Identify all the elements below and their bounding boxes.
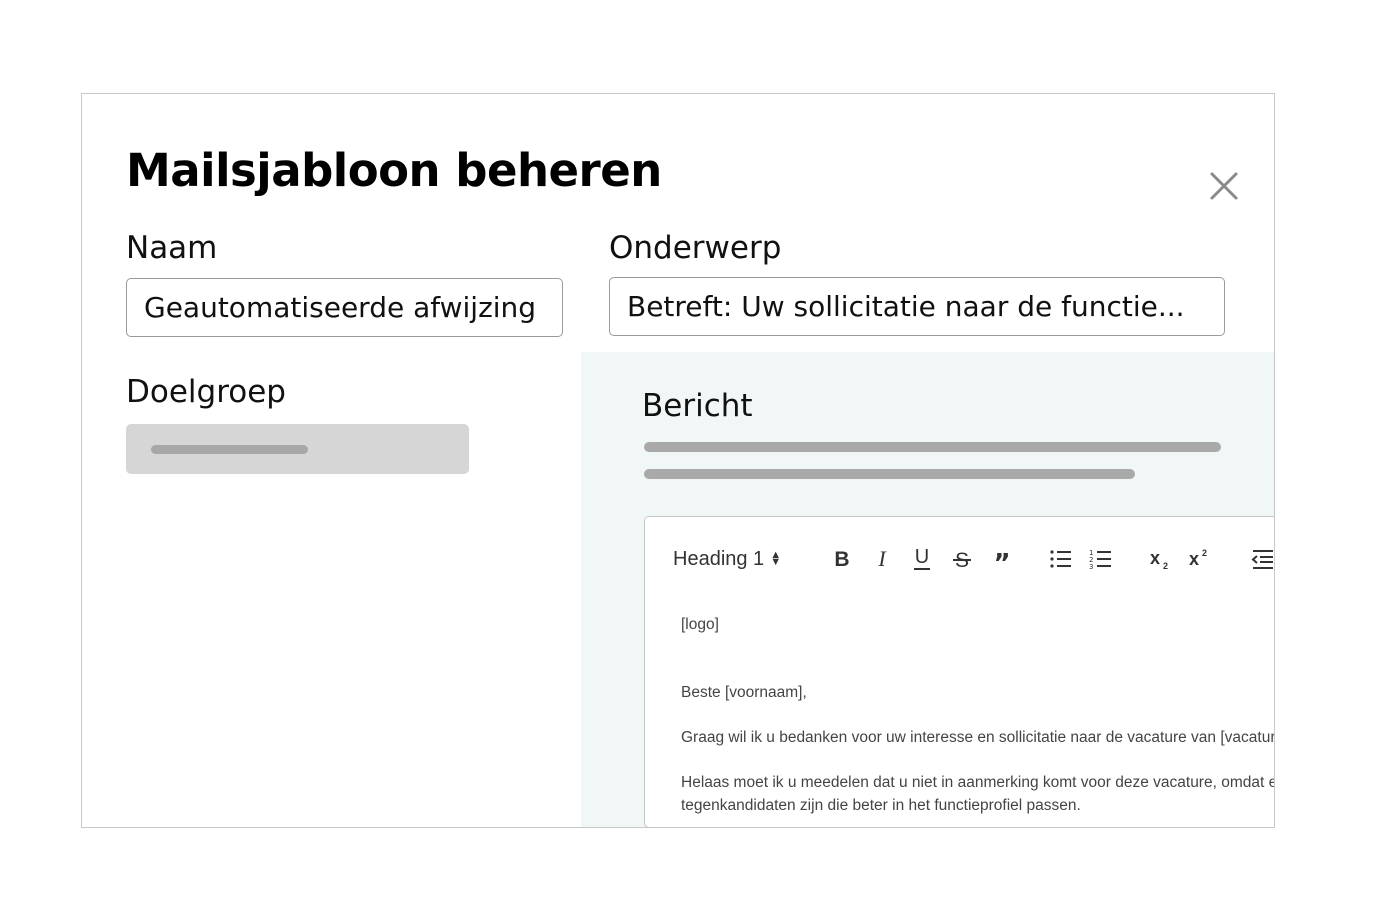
outdent-icon: [1251, 550, 1273, 569]
numbered-list-button[interactable]: 1 2 3: [1087, 543, 1115, 575]
italic-button[interactable]: I: [868, 543, 896, 575]
numbered-list-icon: 1 2 3: [1089, 549, 1111, 570]
subscript-icon: x 2: [1150, 548, 1168, 571]
doelgroep-select[interactable]: [126, 424, 469, 474]
blockquote-button[interactable]: ”: [988, 543, 1016, 575]
outdent-button[interactable]: [1249, 543, 1274, 575]
quote-icon: ”: [993, 549, 1010, 570]
strikethrough-icon: S: [953, 549, 971, 570]
close-button[interactable]: [1206, 168, 1242, 204]
underline-button[interactable]: U: [908, 543, 936, 575]
strikethrough-button[interactable]: S: [948, 543, 976, 575]
modal-title: Mailsjabloon beheren: [126, 144, 662, 197]
underline-icon: U: [914, 546, 930, 570]
svg-text:2: 2: [1163, 561, 1168, 571]
bullet-list-button[interactable]: [1047, 543, 1075, 575]
editor-toolbar: Heading 1 ▲ ▼ B I U S ” 1 2 3 x 2 x 2: [645, 517, 1274, 602]
subscript-button[interactable]: x 2: [1147, 543, 1175, 575]
svg-text:x: x: [1189, 549, 1199, 569]
bullet-list-icon: [1050, 550, 1071, 568]
naam-input[interactable]: [126, 278, 563, 337]
greeting-text: Beste [voornaam],: [681, 684, 807, 701]
svg-text:U: U: [915, 546, 929, 568]
doelgroep-select-placeholder: [151, 445, 308, 454]
heading-select[interactable]: Heading 1 ▲ ▼: [673, 543, 781, 575]
svg-text:3: 3: [1089, 563, 1093, 570]
logo-placeholder-text: [logo]: [681, 616, 719, 633]
heading-select-value: Heading 1: [673, 547, 765, 570]
naam-label: Naam: [126, 230, 218, 266]
onderwerp-input[interactable]: [609, 277, 1225, 336]
italic-icon: I: [877, 548, 887, 570]
svg-text:x: x: [1150, 548, 1160, 568]
paragraph-1: Graag wil ik u bedanken voor uw interess…: [681, 729, 1275, 746]
bericht-description-line-1: [644, 442, 1221, 452]
svg-text:2: 2: [1202, 548, 1207, 558]
doelgroep-label: Doelgroep: [126, 374, 286, 410]
close-icon: [1210, 172, 1238, 200]
bold-icon: B: [834, 548, 849, 570]
superscript-icon: x 2: [1189, 548, 1207, 569]
superscript-button[interactable]: x 2: [1186, 543, 1214, 575]
bold-button[interactable]: B: [828, 543, 856, 575]
svg-text:B: B: [834, 548, 849, 570]
bericht-panel: Bericht Heading 1 ▲ ▼ B I U S ” 1 2 3 x …: [581, 352, 1275, 827]
svg-text:I: I: [877, 548, 887, 570]
paragraph-2-line-1: Helaas moet ik u meedelen dat u niet in …: [681, 774, 1275, 791]
bericht-description-line-2: [644, 469, 1135, 479]
rich-text-editor[interactable]: Heading 1 ▲ ▼ B I U S ” 1 2 3 x 2 x 2 [l…: [644, 516, 1275, 827]
mail-template-modal: Mailsjabloon beheren Naam Onderwerp Doel…: [81, 93, 1275, 828]
onderwerp-label: Onderwerp: [609, 230, 782, 266]
svg-text:”: ”: [993, 549, 1010, 570]
bericht-label: Bericht: [642, 388, 753, 424]
select-arrows-icon: ▲ ▼: [770, 549, 782, 568]
editor-content[interactable]: [logo] Beste [voornaam], Graag wil ik u …: [681, 613, 1275, 817]
paragraph-2-line-2: tegenkandidaten zijn die beter in het fu…: [681, 797, 1081, 814]
